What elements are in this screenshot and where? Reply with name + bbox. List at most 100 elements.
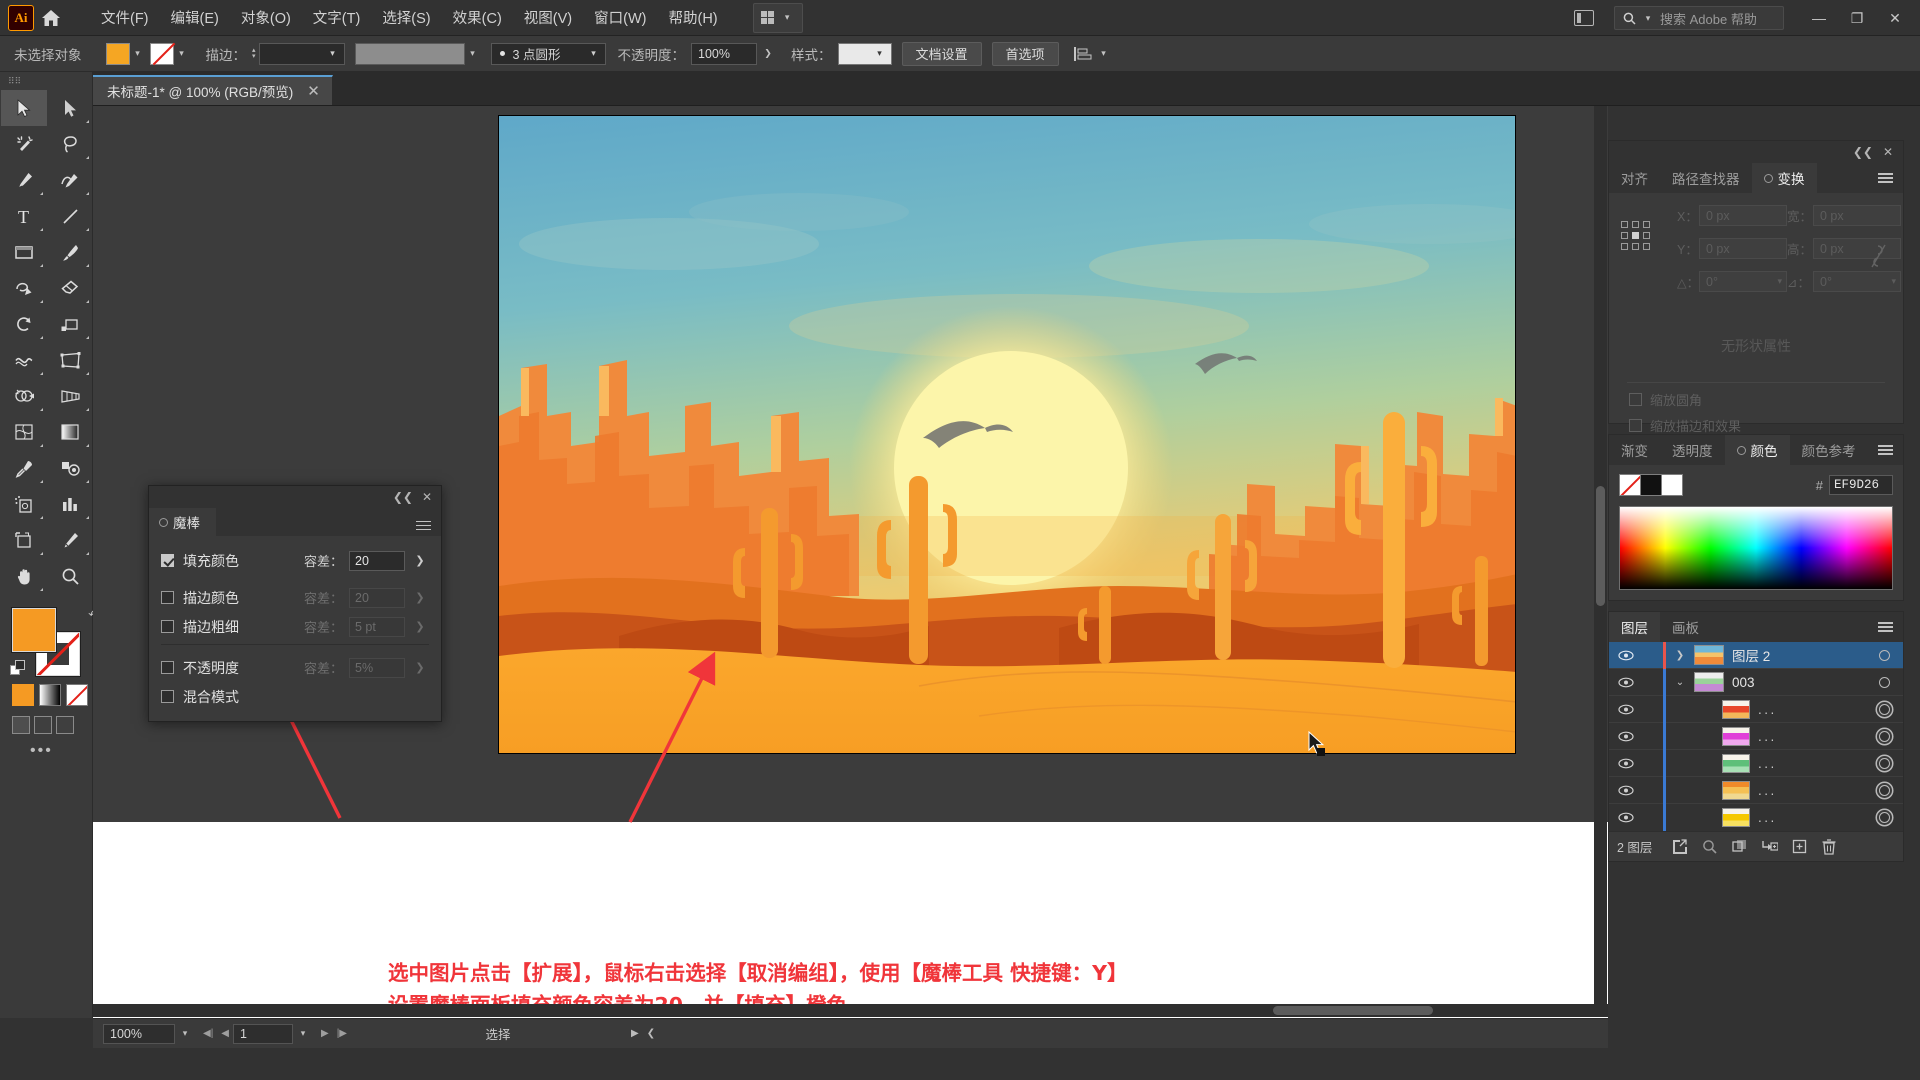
menu-select[interactable]: 选择(S) [371, 2, 441, 33]
direct-selection-tool[interactable] [47, 90, 93, 126]
tab-artboards[interactable]: 画板 [1660, 612, 1711, 642]
magic-wand-row-stroke-color[interactable]: 描边颜色 容差： 20 ❯ [161, 583, 429, 612]
target-indicator[interactable] [1879, 703, 1890, 715]
table-row[interactable]: ... [1609, 804, 1903, 831]
panel-menu-icon[interactable] [1878, 435, 1903, 465]
table-row[interactable]: ... [1609, 695, 1903, 723]
none-swatch[interactable] [1619, 474, 1641, 496]
menu-window[interactable]: 窗口(W) [583, 2, 657, 33]
stroke-profile-control[interactable]: ▾ [354, 42, 481, 65]
tab-align[interactable]: 对齐 [1609, 163, 1660, 193]
chevron-down-icon[interactable]: ▾ [465, 43, 481, 65]
artboard-chevron-down-icon[interactable]: ▾ [293, 1024, 313, 1044]
search-icon[interactable] [1694, 834, 1724, 860]
black-swatch[interactable] [1640, 474, 1662, 496]
draw-inside-icon[interactable] [56, 716, 74, 734]
arrange-documents-button[interactable] [1568, 10, 1600, 26]
fill-color-checkbox[interactable] [161, 554, 174, 567]
fill-swatch[interactable] [105, 42, 130, 65]
expand-arrow-icon[interactable]: ❯ [1666, 650, 1694, 661]
opacity-input[interactable]: 100% [691, 42, 758, 65]
menu-object[interactable]: 对象(O) [230, 2, 302, 33]
visibility-toggle-icon[interactable] [1609, 785, 1643, 796]
stroke-color-checkbox[interactable] [161, 591, 174, 604]
zoom-chevron-down-icon[interactable]: ▾ [175, 1024, 195, 1044]
chevron-down-icon[interactable]: ▾ [174, 43, 190, 65]
graphic-style-select[interactable]: ▾ [837, 42, 892, 65]
align-options-control[interactable]: ▾ [1073, 43, 1112, 65]
brush-definition-select[interactable]: 3 点圆形 ▾ [490, 42, 606, 65]
document-setup-button[interactable]: 文档设置 [901, 41, 982, 66]
table-row[interactable]: ⌄ 003 [1609, 668, 1903, 696]
curvature-tool[interactable] [47, 162, 93, 198]
mesh-tool[interactable] [1, 414, 47, 450]
table-row[interactable]: ... [1609, 722, 1903, 750]
tab-color-guide[interactable]: 颜色参考 [1790, 435, 1868, 465]
opacity-checkbox[interactable] [161, 661, 174, 674]
transform-titlebar[interactable]: ❮❮ ✕ [1609, 141, 1903, 163]
canvas-vertical-scrollbar[interactable] [1594, 106, 1607, 1004]
target-indicator[interactable] [1879, 676, 1890, 688]
panel-menu-icon[interactable] [416, 520, 431, 530]
free-transform-tool[interactable] [47, 342, 93, 378]
selection-tool[interactable] [1, 90, 47, 126]
tolerance-options-icon[interactable]: ❯ [411, 551, 429, 571]
visibility-toggle-icon[interactable] [1609, 812, 1643, 823]
stroke-weight-stepper[interactable]: ▴ ▾ [252, 47, 256, 60]
status-collapse-icon[interactable]: ❮ [647, 1028, 655, 1039]
sublayer-name[interactable]: ... [1758, 783, 1777, 798]
stroke-weight-select[interactable]: ▾ [258, 42, 345, 65]
reference-point-selector[interactable] [1621, 221, 1650, 250]
toolbar-drag-handle[interactable]: ⠿⠿ [0, 72, 92, 90]
blend-tool[interactable] [47, 450, 93, 486]
ref-pt-center[interactable] [1632, 232, 1639, 239]
locate-object-icon[interactable] [1664, 834, 1694, 860]
create-sublayer-icon[interactable] [1754, 834, 1784, 860]
sublayer-name[interactable]: ... [1758, 810, 1777, 825]
tab-color[interactable]: 颜色 [1724, 435, 1790, 465]
zoom-tool[interactable] [47, 558, 93, 594]
rectangle-tool[interactable] [1, 234, 47, 270]
tab-magic-wand[interactable]: 魔棒 [149, 508, 216, 536]
canvas-horizontal-scrollbar[interactable] [93, 1004, 1608, 1017]
line-segment-tool[interactable] [47, 198, 93, 234]
column-graph-tool[interactable] [47, 486, 93, 522]
status-menu-icon[interactable]: ▶ [631, 1028, 639, 1039]
zoom-level-input[interactable]: 100% [103, 1023, 175, 1044]
scroll-thumb[interactable] [1273, 1006, 1433, 1015]
hand-tool[interactable] [1, 558, 47, 594]
target-indicator[interactable] [1879, 784, 1890, 796]
scale-tool[interactable] [47, 306, 93, 342]
magic-wand-row-fill-color[interactable]: 填充颜色 容差： 20 ❯ [161, 546, 429, 575]
panel-menu-icon[interactable] [1878, 163, 1903, 193]
create-new-layer-icon[interactable] [1784, 834, 1814, 860]
draw-behind-icon[interactable] [34, 716, 52, 734]
eyedropper-tool[interactable] [1, 450, 47, 486]
target-indicator[interactable] [1879, 730, 1890, 742]
menu-edit[interactable]: 编辑(E) [160, 2, 230, 33]
artboard-tool[interactable] [1, 522, 47, 558]
perspective-grid-tool[interactable] [47, 378, 93, 414]
table-row[interactable]: ... [1609, 749, 1903, 777]
artboard[interactable] [498, 115, 1516, 754]
stroke-swatch-none[interactable] [149, 42, 174, 65]
ref-pt[interactable] [1621, 232, 1628, 239]
ref-pt[interactable] [1621, 221, 1628, 228]
artboard-nav-first[interactable]: ◀| [203, 1028, 213, 1039]
search-input[interactable]: ▾ 搜索 Adobe 帮助 [1614, 6, 1784, 30]
layers-panel[interactable]: 图层 画板 ❯ 图层 2 ⌄ 003 ... ... ... ... ... 2… [1608, 611, 1904, 862]
stroke-color-control[interactable]: ▾ [149, 42, 190, 65]
sublayer-name[interactable]: ... [1758, 702, 1777, 717]
collapse-icon[interactable]: ❮❮ [1853, 145, 1873, 159]
tolerance-input[interactable]: 20 [349, 550, 405, 571]
expand-arrow-icon[interactable]: ⌄ [1666, 677, 1694, 688]
home-icon[interactable] [34, 0, 68, 36]
visibility-toggle-icon[interactable] [1609, 650, 1643, 661]
ref-pt[interactable] [1632, 243, 1639, 250]
shape-builder-tool[interactable] [1, 378, 47, 414]
layer-name[interactable]: 图层 2 [1732, 645, 1770, 665]
table-row[interactable]: ❯ 图层 2 [1609, 641, 1903, 669]
delete-selection-icon[interactable] [1814, 834, 1844, 860]
hex-input[interactable]: EF9D26 [1829, 475, 1893, 495]
artboard-nav-last[interactable]: |▶ [337, 1028, 347, 1039]
